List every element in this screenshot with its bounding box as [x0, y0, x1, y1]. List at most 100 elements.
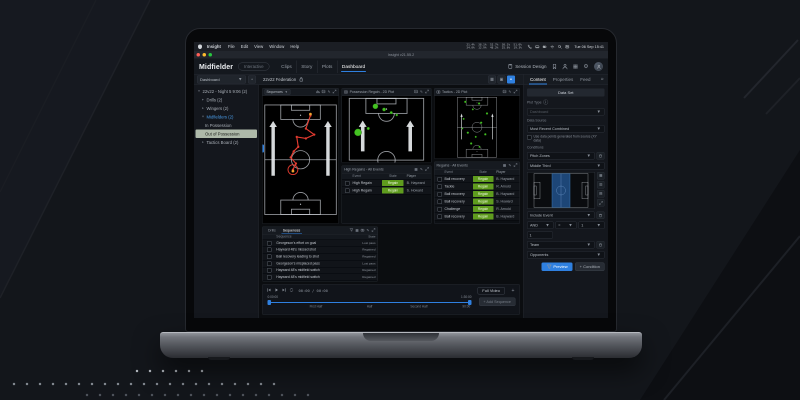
clip-checkbox[interactable] [267, 261, 272, 266]
wifi-icon[interactable] [550, 44, 555, 49]
clip-row[interactable]: Hayward 48's midfield switch Regained [262, 274, 378, 281]
row-checkbox[interactable] [437, 184, 442, 189]
clips-tab-drills[interactable]: Drills [265, 227, 280, 234]
panel-icon-button[interactable] [425, 89, 429, 95]
panel-icon-button[interactable]: ✎ [508, 90, 512, 94]
row-checkbox[interactable] [437, 206, 442, 212]
sidebar-item[interactable]: Out of Possession [195, 129, 257, 138]
panel-icon-button[interactable]: ▦ [503, 164, 507, 168]
avatar[interactable] [594, 62, 603, 71]
transport-play-button[interactable] [274, 288, 279, 294]
add-dashboard-button[interactable]: + [248, 75, 256, 84]
full-video-button[interactable]: Full Video [477, 286, 505, 295]
panel-icon-button[interactable] [349, 228, 354, 233]
panel-icon-button[interactable] [502, 89, 507, 95]
view-button-grid[interactable]: ▦ [488, 75, 496, 84]
panel-icon-button[interactable]: ▦ [414, 168, 418, 172]
clip-checkbox[interactable] [267, 275, 272, 280]
panel-icon-button[interactable] [371, 228, 376, 233]
slider-handle-start[interactable] [267, 300, 271, 305]
app-tab-plots[interactable]: Plots [316, 60, 337, 73]
double-chevron-right-icon[interactable]: » [600, 77, 606, 83]
table-row[interactable]: High Regain Regain B. Hayward [342, 179, 432, 187]
include-event-select[interactable]: Include Event ▾ [527, 211, 595, 219]
grid-icon[interactable]: ▦ [573, 64, 579, 70]
panel-icon-button[interactable]: ▦ [355, 229, 359, 233]
clip-row[interactable]: Georgeson's misplaced pass Lost pass [262, 260, 378, 268]
xy-data-checkbox[interactable] [527, 135, 532, 140]
row-checkbox[interactable] [437, 191, 442, 197]
timeline-slider[interactable]: 0:00:00 1:30:00 First Half Half Second Hal… [267, 296, 473, 311]
sidebar-item[interactable]: ▾ 22v22 - Night 5 9:06 (2) [194, 87, 259, 96]
table-row[interactable]: High Regain Regain S. Howard [342, 187, 432, 195]
control-center-icon[interactable] [565, 44, 570, 49]
operator-select[interactable]: 1 ▾ [578, 221, 605, 229]
clip-checkbox[interactable] [267, 240, 272, 246]
operator-select[interactable]: AND ▾ [527, 221, 554, 229]
table-row[interactable]: Challenge Regain R. Arnold [434, 205, 520, 213]
menu-item[interactable]: Edit [238, 44, 251, 49]
row-checkbox[interactable] [345, 188, 350, 193]
panel-icon-button[interactable] [360, 228, 365, 233]
data-source-select[interactable]: Most Recent Combined ▾ [527, 125, 605, 133]
zone-preset-columns-button[interactable]: ▥ [597, 181, 605, 189]
sequence-select[interactable]: Sequences ▾ [264, 89, 291, 95]
plot-type-select[interactable]: Dashboard ▾ [527, 108, 605, 116]
panel-icon-button[interactable]: ✎ [327, 90, 331, 94]
zone-value-select[interactable]: Middle Third ▾ [527, 162, 605, 170]
app-tab-story[interactable]: Story [296, 60, 317, 73]
transport-skip-forward-button[interactable] [282, 288, 287, 294]
menu-item[interactable]: Window [266, 44, 287, 49]
sidebar-item[interactable]: ▸ Wingers (2) [194, 104, 259, 113]
panel-icon-button[interactable]: ✎ [420, 168, 424, 172]
battery-icon[interactable] [542, 44, 547, 49]
search-icon[interactable] [557, 44, 562, 49]
panel-icon-button[interactable] [332, 89, 337, 95]
count-input[interactable] [527, 231, 553, 239]
table-row[interactable]: Ball recovery Regain S. Howard [434, 198, 520, 206]
inspector-tab-feed[interactable]: Feed [577, 75, 594, 85]
plus-icon[interactable]: + [511, 288, 516, 294]
row-checkbox[interactable] [437, 176, 442, 182]
keyboard-icon[interactable] [535, 44, 540, 49]
app-tab-clips[interactable]: Clips [277, 60, 297, 73]
zone-type-select[interactable]: Pitch Zones ▾ [527, 152, 595, 160]
person-icon[interactable] [562, 64, 568, 70]
dashboard-select[interactable]: Dashboard ▾ [197, 75, 246, 84]
sidebar-item[interactable]: ▾ Midfielders (2) [194, 113, 259, 122]
mode-pill[interactable]: Interactive [238, 62, 270, 71]
view-button-list[interactable]: ≡ [507, 75, 515, 84]
delete-condition-button[interactable] [596, 241, 605, 249]
panel-icon-button[interactable] [321, 89, 326, 95]
menu-item[interactable]: File [225, 44, 238, 49]
panel-icon-button[interactable] [513, 163, 518, 168]
menu-app-name[interactable]: Insight [204, 44, 224, 49]
row-checkbox[interactable] [345, 180, 350, 186]
sidebar-item[interactable]: ▸ Drills (2) [194, 96, 259, 105]
apple-menu-icon[interactable] [198, 44, 202, 49]
clip-row[interactable]: Hayward 48's midfield switch Regained [262, 267, 378, 275]
operator-select[interactable]: = ▾ [555, 221, 577, 229]
slider-track[interactable] [268, 302, 471, 303]
zone-preset-rows-button[interactable]: ▤ [597, 190, 605, 198]
table-row[interactable]: Ball recovery Regain B. Hayward [434, 190, 520, 198]
session-design-button[interactable]: Session Design [508, 63, 547, 70]
transport-skip-back-button[interactable] [267, 288, 272, 294]
inspector-tab-content[interactable]: Content [527, 75, 550, 85]
delete-condition-button[interactable] [596, 211, 605, 219]
panel-icon-button[interactable]: ✎ [420, 90, 424, 94]
clip-row[interactable]: Ball recovery leading to shot Regained [262, 253, 378, 261]
zone-preset-grid-button[interactable]: ▦ [597, 172, 605, 180]
zone-preset-expand-button[interactable] [597, 199, 605, 207]
add-condition-button[interactable]: + Condition [575, 262, 605, 271]
team-select[interactable]: Team ▾ [527, 241, 595, 249]
panel-icon-button[interactable]: ✎ [366, 229, 370, 233]
panel-icon-button[interactable] [513, 89, 518, 95]
clips-tab-sequences[interactable]: Sequences [279, 227, 304, 234]
app-tab-dashboard[interactable]: Dashboard [336, 60, 370, 73]
opponent-select[interactable]: Opponents ▾ [527, 251, 605, 259]
add-sequence-button[interactable]: + Add Sequence [478, 297, 516, 306]
row-checkbox[interactable] [437, 199, 442, 204]
clip-checkbox[interactable] [267, 268, 272, 273]
zone-picker-pitch[interactable] [527, 172, 595, 209]
